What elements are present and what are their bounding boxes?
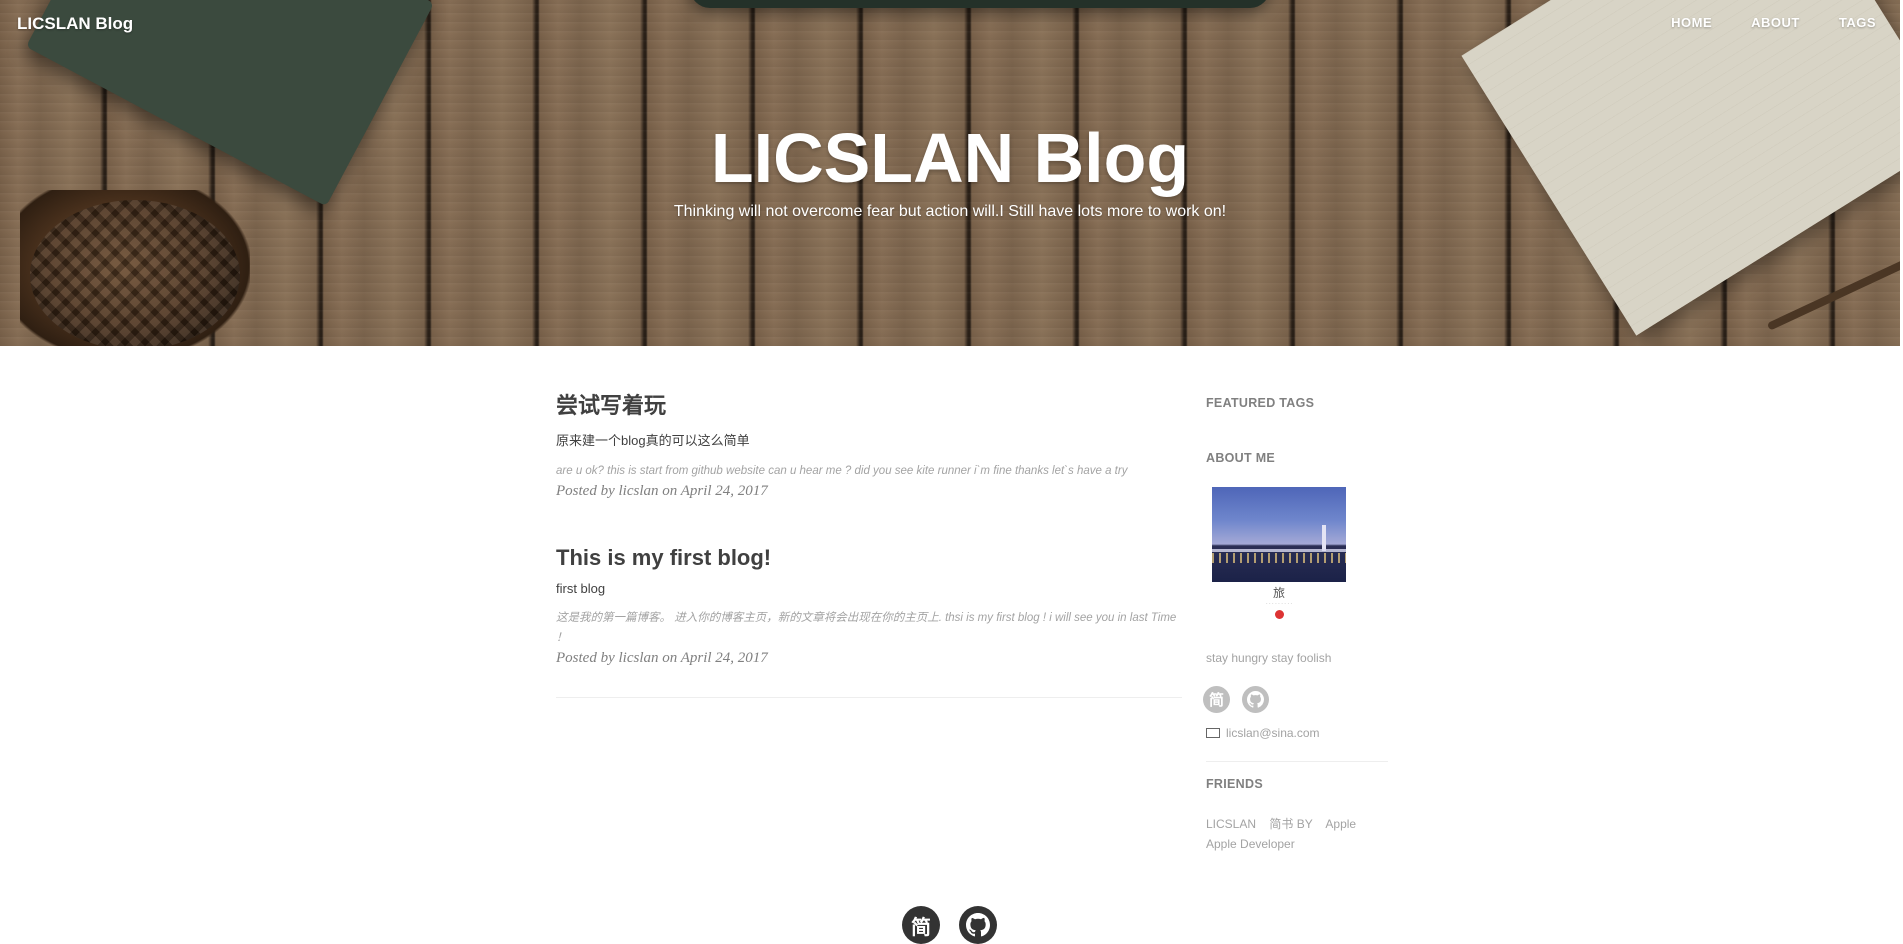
post-title[interactable]: 尝试写着玩	[556, 388, 1182, 420]
site-brand-link[interactable]: LICSLAN Blog	[17, 14, 133, 34]
avatar-photo	[1212, 487, 1346, 582]
post-preview[interactable]: This is my first blog! first blog 这是我的第一…	[556, 545, 1182, 667]
contact-email[interactable]: licslan@sina.com	[1206, 726, 1320, 740]
github-icon[interactable]	[959, 906, 997, 944]
jianshu-icon[interactable]: 简	[902, 906, 940, 944]
avatar: 旅 · · · · · · · · ·	[1212, 487, 1346, 631]
site-title: LICSLAN Blog	[710, 119, 1190, 197]
post-subtitle[interactable]: first blog	[556, 581, 1182, 596]
friend-link[interactable]: Apple	[1325, 817, 1356, 831]
post-excerpt[interactable]: are u ok? this is start from github webs…	[556, 461, 1182, 481]
hero-tray-decoration	[690, 0, 1270, 8]
nav-about-link[interactable]: ABOUT	[1751, 15, 1800, 30]
avatar-fine-print: · · · · · · · · ·	[1265, 601, 1293, 607]
friends-heading: FRIENDS	[1206, 777, 1263, 791]
friend-link[interactable]: LICSLAN	[1206, 817, 1256, 831]
about-me-heading: ABOUT ME	[1206, 451, 1276, 465]
post-title[interactable]: This is my first blog!	[556, 545, 1182, 571]
post-subtitle[interactable]: 原来建一个blog真的可以这么简单	[556, 430, 1182, 449]
post-preview[interactable]: 尝试写着玩 原来建一个blog真的可以这么简单 are u ok? this i…	[556, 388, 1182, 500]
top-nav: HOME ABOUT TAGS	[1632, 15, 1876, 30]
jianshu-icon[interactable]: 简	[1203, 686, 1230, 713]
friend-link[interactable]: Apple Developer	[1206, 837, 1295, 851]
about-motto: stay hungry stay foolish	[1206, 651, 1332, 665]
post-meta: Posted by licslan on April 24, 2017	[556, 650, 768, 666]
footer-social-links: 简	[902, 906, 997, 944]
avatar-seal	[1274, 610, 1284, 619]
hero-banner: LICSLAN Blog HOME ABOUT TAGS LICSLAN Blo…	[0, 0, 1900, 346]
featured-tags-heading: FEATURED TAGS	[1206, 396, 1315, 410]
nav-tags-link[interactable]: TAGS	[1839, 15, 1876, 30]
friends-list: LICSLAN 简书 BY Apple Apple Developer	[1206, 814, 1396, 854]
nav-home-link[interactable]: HOME	[1671, 15, 1712, 30]
post-list-divider	[556, 697, 1182, 698]
envelope-icon	[1206, 728, 1220, 738]
email-address[interactable]: licslan@sina.com	[1226, 726, 1320, 740]
friend-link[interactable]: 简书 BY	[1269, 817, 1312, 831]
post-meta: Posted by licslan on April 24, 2017	[556, 483, 768, 499]
site-subtitle: Thinking will not overcome fear but acti…	[673, 203, 1227, 220]
sidebar-social-links: 简	[1203, 686, 1269, 713]
avatar-caption: 旅	[1272, 586, 1285, 600]
post-excerpt[interactable]: 这是我的第一篇博客。 进入你的博客主页，新的文章将会出现在你的主页上. thsi…	[556, 608, 1182, 648]
github-icon[interactable]	[1242, 686, 1269, 713]
sidebar-divider	[1206, 761, 1388, 762]
